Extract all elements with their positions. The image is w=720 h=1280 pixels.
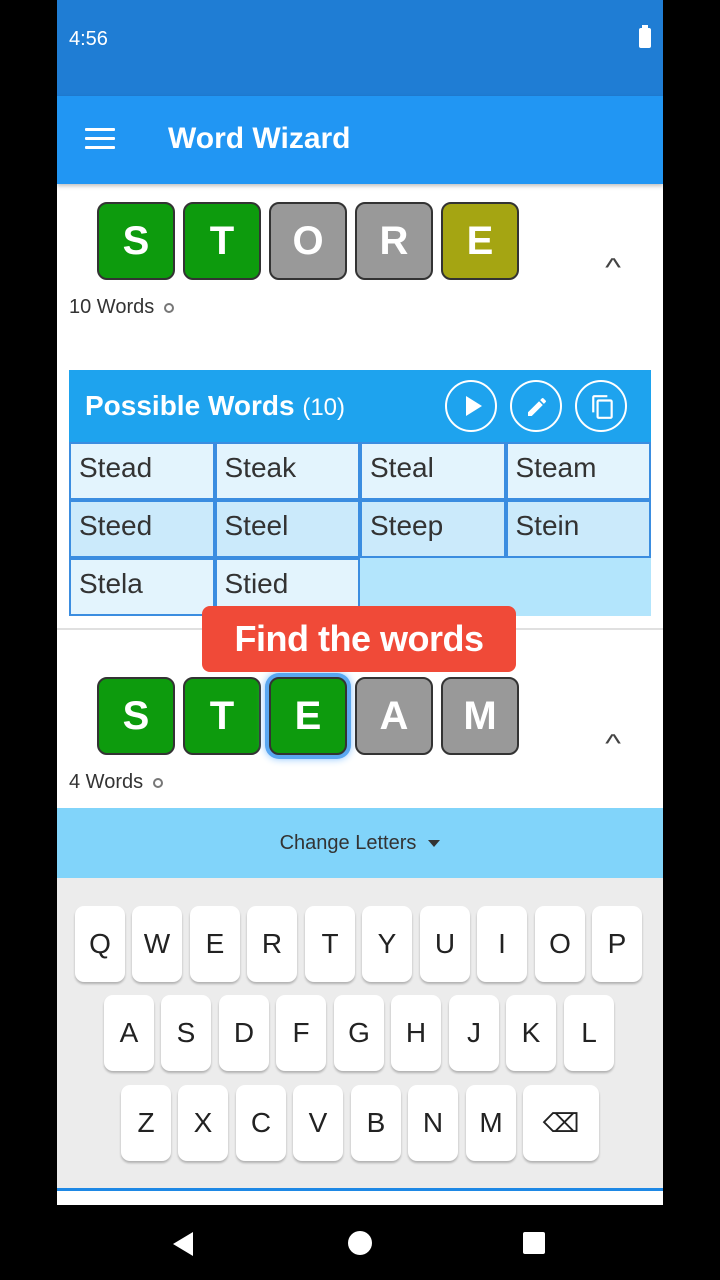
possible-words-count: (10) — [302, 394, 346, 421]
word-count-label: 4 Words — [69, 771, 144, 793]
letter-tile[interactable]: R — [355, 202, 433, 280]
letter-tile[interactable]: E — [441, 202, 519, 280]
possible-words-header: Possible Words (10) — [69, 370, 651, 442]
key-m[interactable]: M — [466, 1085, 516, 1161]
possible-words-grid: Stead Steak Steal Steam Steed Steel Stee… — [69, 442, 651, 616]
word-count-1: 10 Words — [69, 296, 175, 319]
guess-row-2: S T E A M — [97, 677, 519, 755]
change-letters-label: Change Letters — [279, 832, 417, 854]
word-cell[interactable]: Steep — [360, 500, 506, 558]
key-j[interactable]: J — [449, 995, 499, 1071]
refresh-circle-icon[interactable] — [164, 302, 175, 313]
key-n[interactable]: N — [408, 1085, 458, 1161]
key-v[interactable]: V — [293, 1085, 343, 1161]
word-cell[interactable]: Steak — [214, 442, 360, 500]
app-bar: Word Wizard — [57, 96, 663, 184]
word-count-2: 4 Words — [69, 771, 164, 794]
key-q[interactable]: Q — [75, 906, 125, 982]
word-cell[interactable]: Stela — [69, 558, 215, 616]
key-k[interactable]: K — [506, 995, 556, 1071]
key-z[interactable]: Z — [121, 1085, 171, 1161]
key-b[interactable]: B — [351, 1085, 401, 1161]
possible-words-title: Possible Words (10) — [85, 390, 345, 422]
key-f[interactable]: F — [276, 995, 326, 1071]
letter-tile[interactable]: S — [97, 677, 175, 755]
key-a[interactable]: A — [104, 995, 154, 1071]
letter-tile[interactable]: S — [97, 202, 175, 280]
key-h[interactable]: H — [391, 995, 441, 1071]
pencil-icon — [528, 397, 547, 416]
edit-button[interactable] — [510, 380, 562, 432]
key-i[interactable]: I — [477, 906, 527, 982]
home-icon[interactable] — [348, 1231, 372, 1255]
key-o[interactable]: O — [535, 906, 585, 982]
key-e[interactable]: E — [190, 906, 240, 982]
word-cell[interactable]: Steel — [214, 500, 360, 558]
play-icon — [466, 396, 482, 416]
word-cell[interactable]: Steed — [69, 500, 215, 558]
key-y[interactable]: Y — [362, 906, 412, 982]
key-u[interactable]: U — [420, 906, 470, 982]
possible-words-panel: Possible Words (10) Stead Steak Steal St… — [69, 370, 651, 616]
empty-cell — [505, 558, 651, 616]
letter-tile[interactable]: A — [355, 677, 433, 755]
letter-tile-selected[interactable]: E — [269, 677, 347, 755]
key-r[interactable]: R — [247, 906, 297, 982]
word-count-label: 10 Words — [69, 296, 155, 318]
key-l[interactable]: L — [564, 995, 614, 1071]
letter-tile[interactable]: T — [183, 202, 261, 280]
dropdown-caret-icon — [428, 840, 441, 848]
possible-words-title-text: Possible Words — [85, 390, 295, 421]
caption-banner: Find the words — [202, 606, 516, 672]
key-w[interactable]: W — [132, 906, 182, 982]
status-time: 4:56 — [69, 28, 108, 50]
key-x[interactable]: X — [178, 1085, 228, 1161]
copy-icon — [592, 395, 613, 419]
change-letters-button[interactable]: Change Letters — [57, 808, 663, 878]
letter-tile[interactable]: T — [183, 677, 261, 755]
key-p[interactable]: P — [592, 906, 642, 982]
on-screen-keyboard: Q W E R T Y U I O P A S D F G H J K L Z … — [57, 878, 663, 1190]
play-button[interactable] — [445, 380, 497, 432]
refresh-circle-icon[interactable] — [153, 777, 164, 788]
word-cell[interactable]: Steam — [505, 442, 651, 500]
copy-button[interactable] — [575, 380, 627, 432]
word-cell[interactable]: Stead — [69, 442, 215, 500]
guess-row-1: S T O R E — [97, 202, 519, 280]
key-d[interactable]: D — [219, 995, 269, 1071]
recents-icon[interactable] — [523, 1232, 545, 1254]
status-bar: 4:56 — [57, 0, 663, 96]
word-cell[interactable]: Stein — [505, 500, 651, 558]
backspace-icon[interactable]: ⌫ — [523, 1085, 599, 1161]
collapse-chevron-icon[interactable]: ^ — [605, 252, 621, 283]
battery-icon — [639, 25, 651, 48]
letter-tile[interactable]: M — [441, 677, 519, 755]
collapse-chevron-icon[interactable]: ^ — [605, 728, 621, 759]
key-g[interactable]: G — [334, 995, 384, 1071]
key-s[interactable]: S — [161, 995, 211, 1071]
word-cell[interactable]: Steal — [360, 442, 506, 500]
key-t[interactable]: T — [305, 906, 355, 982]
key-c[interactable]: C — [236, 1085, 286, 1161]
hamburger-menu-icon[interactable] — [85, 128, 115, 150]
system-nav-bar — [0, 1205, 720, 1280]
app-title: Word Wizard — [168, 122, 351, 155]
letter-tile[interactable]: O — [269, 202, 347, 280]
app-screen: 4:56 Word Wizard S T O R E ^ 10 Words Po… — [57, 0, 663, 1205]
bottom-accent-line — [57, 1188, 663, 1191]
back-icon[interactable] — [173, 1232, 193, 1256]
